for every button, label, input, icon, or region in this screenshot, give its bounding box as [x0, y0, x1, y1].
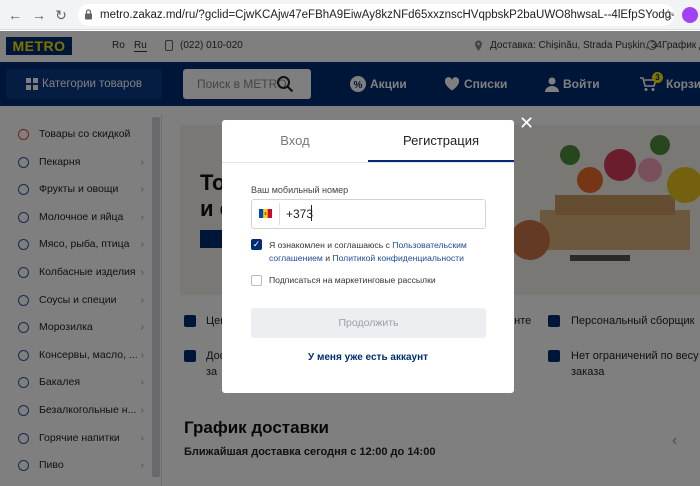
phone-field-value[interactable]: +373 — [286, 207, 313, 221]
tab-register[interactable]: Регистрация — [368, 120, 514, 162]
flag-divider — [279, 203, 280, 225]
tab-login[interactable]: Вход — [222, 120, 368, 162]
agree-label: Я ознакомлен и соглашаюсь с Пользователь… — [269, 240, 467, 263]
have-account-link[interactable]: У меня уже есть аккаунт — [222, 352, 514, 363]
continue-button[interactable]: Продолжить — [251, 308, 486, 338]
marketing-label: Подписаться на маркетинговые рассылки — [269, 275, 436, 285]
text-caret — [311, 205, 312, 221]
forward-icon[interactable]: → — [30, 6, 48, 24]
close-icon[interactable]: ✕ — [519, 114, 534, 132]
moldova-flag-icon[interactable] — [259, 209, 272, 218]
marketing-checkbox[interactable] — [251, 275, 262, 286]
lock-icon — [85, 9, 92, 20]
privacy-policy-link[interactable]: Политикой конфиденциальности — [332, 253, 464, 263]
profile-avatar[interactable] — [682, 7, 698, 23]
agree-checkbox[interactable]: ✓ — [251, 239, 262, 250]
phone-field-label: Ваш мобильный номер — [251, 185, 349, 195]
address-bar[interactable]: metro.zakaz.md/ru/?gclid=CjwKCAjw47eFBhA… — [78, 4, 674, 26]
bookmark-star-icon[interactable]: ☆ — [662, 6, 675, 23]
reload-icon[interactable]: ↻ — [52, 6, 70, 24]
tabs-divider — [222, 162, 514, 163]
back-icon[interactable]: ← — [6, 6, 24, 24]
